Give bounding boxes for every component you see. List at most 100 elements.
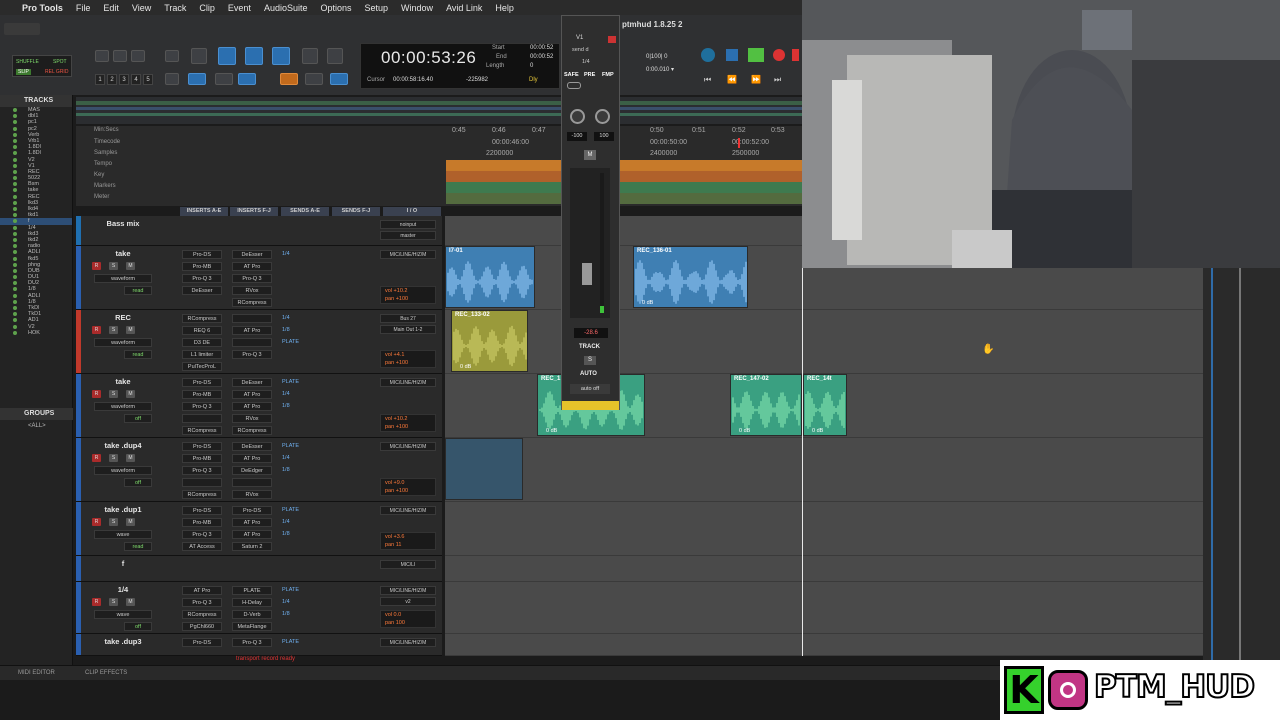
solo-button[interactable]: S [584, 356, 596, 365]
menu-clip[interactable]: Clip [199, 3, 215, 13]
ruler-markers[interactable]: Markers [94, 183, 116, 189]
send-slot[interactable]: PLATE [282, 442, 324, 451]
volume-fader[interactable] [582, 263, 592, 285]
insert-slot[interactable]: AT Pro [232, 390, 272, 399]
main-counter-time[interactable]: 00:00:53:26 [381, 48, 476, 68]
timeline[interactable]: ✋ I7-01 REC_136-01 0 dB REC_133-02 0 dB REC_1… [445, 216, 1203, 656]
mirror-midi-icon[interactable] [280, 73, 298, 85]
ruler-key[interactable]: Key [94, 172, 104, 178]
track-lane[interactable] [445, 502, 1203, 556]
loop-icon[interactable] [701, 48, 715, 62]
automation-mode-select[interactable]: off [124, 622, 152, 631]
track-header[interactable]: 1/4 R S Mwave off AT Pro Pro-Q 3 RCompress PgChl… [76, 582, 442, 634]
delay-label[interactable]: Dly [529, 77, 538, 83]
vol-pan-display[interactable]: vol +10.2 pan +100 [380, 286, 436, 304]
input-selector[interactable]: Bus 27 [380, 314, 436, 323]
insert-slot[interactable]: Pro-DS [182, 442, 222, 451]
record-arm-button[interactable]: R [92, 262, 101, 270]
send-selector[interactable]: send d [572, 47, 589, 53]
end-value[interactable]: 00:00:52 [530, 54, 553, 60]
record-arm-button[interactable]: R [92, 518, 101, 526]
insert-slot[interactable]: Pro-Q 3 [182, 274, 222, 283]
mode-spot[interactable]: SPOT [53, 59, 67, 65]
menu-pro-tools[interactable]: Pro Tools [22, 3, 63, 13]
zoom-preset-5[interactable]: 5 [143, 74, 153, 85]
input-selector[interactable]: MIC/LINE/HIZ/M [380, 378, 436, 387]
track-view-select[interactable]: waveform [94, 466, 152, 475]
insert-slot[interactable]: RCompress [232, 426, 272, 435]
send-slot[interactable]: 1/4 [282, 454, 324, 463]
groups-panel-title[interactable]: GROUPS [0, 408, 73, 420]
vol-pan-display[interactable]: vol +3.6 pan 11 [380, 532, 436, 550]
insert-slot[interactable]: Pro-DS [182, 250, 222, 259]
insertion-follows-icon[interactable] [238, 73, 256, 85]
track-header[interactable]: take R S Mwaveform off Pro-DS Pro-MB Pro-Q 3 RCo… [76, 374, 442, 438]
insert-slot[interactable]: AT Pro [232, 402, 272, 411]
send-slot[interactable]: PLATE [282, 638, 324, 647]
fmp-button[interactable]: FMP [602, 72, 614, 78]
insert-slot[interactable]: Pro-Q 3 [182, 598, 222, 607]
pencil-tool-icon[interactable] [327, 48, 343, 64]
safe-button[interactable]: SAFE [564, 72, 579, 78]
insert-slot[interactable]: Pro-MB [182, 454, 222, 463]
track-view-select[interactable]: waveform [94, 338, 152, 347]
insert-slot[interactable]: RVox [232, 490, 272, 499]
nudge-value[interactable]: 0:00.010 ▾ [646, 66, 674, 73]
track-lane[interactable] [445, 634, 1203, 656]
insert-slot[interactable]: H-Delay [232, 598, 272, 607]
window-controls[interactable] [4, 23, 40, 35]
col-io[interactable]: I / O [383, 207, 441, 216]
insert-slot[interactable]: Pro-Q 3 [232, 274, 272, 283]
selector-tool-icon[interactable] [245, 47, 263, 65]
insert-slot[interactable]: AT Pro [232, 530, 272, 539]
send-slot[interactable]: 1/8 [282, 466, 324, 475]
track-name[interactable]: 1/4 [84, 585, 162, 594]
input-selector[interactable]: MIC/LINE/HIZ/M [380, 442, 436, 451]
input-selector[interactable]: MIC/LINE/HIZ/M [380, 586, 436, 595]
track-name[interactable]: f [84, 559, 162, 568]
mode-shuffle[interactable]: SHUFFLE [16, 59, 39, 65]
col-inserts-a-e[interactable]: INSERTS A-E [180, 207, 228, 216]
vol-pan-display[interactable]: vol 0.0 pan 100 [380, 610, 436, 628]
zoom-preset-1[interactable]: 1 [95, 74, 105, 85]
send-slot[interactable]: PLATE [282, 378, 324, 387]
audio-clip[interactable]: REC_133-02 0 dB [451, 310, 528, 372]
insert-slot[interactable]: RCompress [182, 490, 222, 499]
vol-pan-display[interactable]: vol +4.1 pan +100 [380, 350, 436, 368]
input-selector[interactable]: noinput [380, 220, 436, 229]
input-selector[interactable]: MIC/LINE/HIZ/M [380, 638, 436, 647]
track-name[interactable]: take .dup1 [84, 505, 162, 514]
track-list-item[interactable]: HOK [0, 330, 72, 336]
pan-value[interactable]: pan +100 [385, 359, 435, 367]
insert-slot[interactable] [182, 478, 222, 487]
ruler-meter[interactable]: Meter [94, 194, 109, 200]
menu-help[interactable]: Help [495, 3, 514, 13]
send-slot[interactable]: PLATE [282, 506, 324, 515]
zoom-wave-icon[interactable] [131, 50, 145, 62]
insert-slot[interactable]: DeEsser [232, 442, 272, 451]
insert-slot[interactable]: AT Pro [232, 262, 272, 271]
track-view-select[interactable]: waveform [94, 274, 152, 283]
automation-mode-select[interactable]: off [124, 414, 152, 423]
pan-value[interactable]: pan +100 [385, 295, 435, 303]
close-icon[interactable] [608, 36, 616, 43]
clip-effects-tab[interactable]: CLIP EFFECTS [85, 670, 127, 676]
return-to-zero-icon[interactable]: ⏮ [704, 75, 711, 85]
pan-knob-right[interactable] [595, 109, 610, 124]
volume-value[interactable]: vol +3.6 [385, 533, 435, 541]
menu-edit[interactable]: Edit [103, 3, 119, 13]
insert-slot[interactable]: RCompress [232, 298, 272, 307]
col-sends-a-e[interactable]: SENDS A-E [281, 207, 329, 216]
tempo-ruler-bar[interactable] [446, 160, 802, 171]
volume-value[interactable]: vol 0.0 [385, 611, 435, 619]
rewind-icon[interactable]: ⏪ [727, 75, 737, 84]
input-selector[interactable]: MIC/LINE/HIZ/M [380, 506, 436, 515]
menu-event[interactable]: Event [228, 3, 251, 13]
insert-slot[interactable]: PulTecProL [182, 362, 222, 371]
insert-slot[interactable]: Pro-Q 3 [182, 402, 222, 411]
track-lane[interactable] [445, 582, 1203, 634]
mode-rel-grid[interactable]: REL GRID [45, 69, 68, 75]
solo-button[interactable]: S [109, 518, 118, 526]
link-icon[interactable] [567, 82, 581, 89]
commit-icon[interactable] [305, 73, 323, 85]
